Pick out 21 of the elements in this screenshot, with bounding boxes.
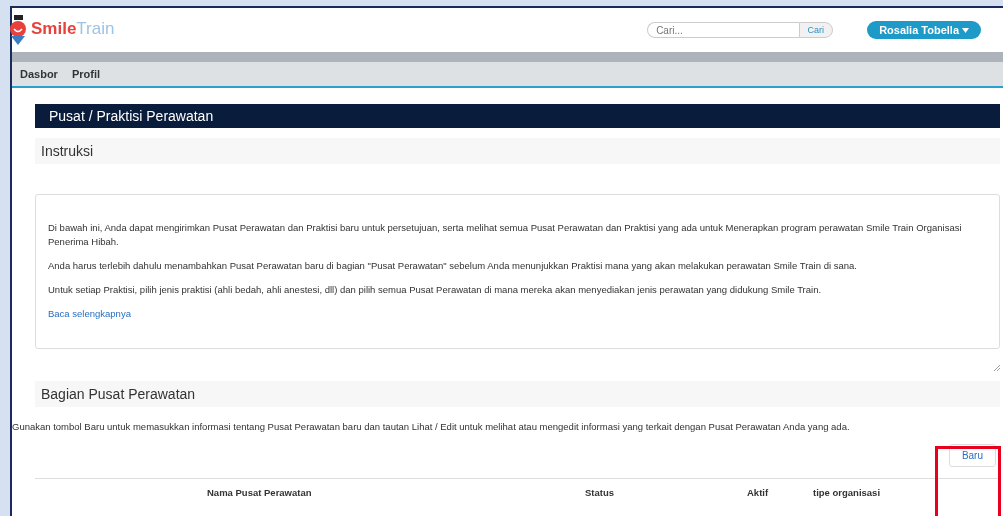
search-field[interactable]: Cari... [647, 22, 799, 38]
section-heading: Instruksi [35, 138, 1000, 164]
column-header: Nama Pusat Perawatan [207, 487, 313, 498]
instruction-paragraph: Anda harus terlebih dahulu menambahkan Pusat Perawatan baru di bagian "Pusat Perawatan" sebelum Anda menunjukkan Praktisi mana yang akan melakukan perawatan Smile Train di sana. [48, 259, 858, 273]
read-more-link[interactable]: Baca selengkapnya [48, 308, 131, 319]
nav-tab[interactable]: Profil [71, 68, 101, 80]
section-heading: Bagian Pusat Perawatan [35, 381, 1000, 407]
column-header: Aktif [747, 487, 770, 498]
caret-icon [962, 27, 969, 33]
column-header: Status [585, 487, 616, 498]
column-header: tipe organisasi [813, 487, 881, 498]
section-description: Gunakan tombol Baru untuk memasukkan informasi tentang Pusat Perawatan baru dan tautan Lihat / Edit untuk melihat atau mengedit informasi yang terkait dengan Pusat Perawatan Anda yang ada. [12, 421, 851, 432]
instruction-paragraph: Untuk setiap Praktisi, pilih jenis praktisi (ahli bedah, ahli anestesi, dll) dan pilih semua Pusat Perawatan di mana mereka akan menyediakan jenis perawatan yang didukung Smile Train. [48, 283, 823, 297]
resize-handle-icon[interactable] [994, 365, 1000, 371]
nav-tab[interactable]: Dasbor [20, 68, 58, 80]
page-title: Pusat / Praktisi Perawatan [35, 104, 1000, 128]
highlight-frame [935, 446, 1001, 516]
logo-text: SmileTrain [31, 19, 115, 39]
user-menu-button[interactable]: Rosalia Tobella [867, 21, 981, 39]
instruction-paragraph: Di bawah ini, Anda dapat mengirimkan Pusat Perawatan dan Praktisi baru untuk persetujuan, serta melihat semua Pusat Perawatan dan Praktisi yang ada untuk Menerapkan program perawatan Smile Train Organisasi Penerima Hibah. [48, 221, 963, 249]
search-button[interactable]: Cari [798, 22, 834, 38]
